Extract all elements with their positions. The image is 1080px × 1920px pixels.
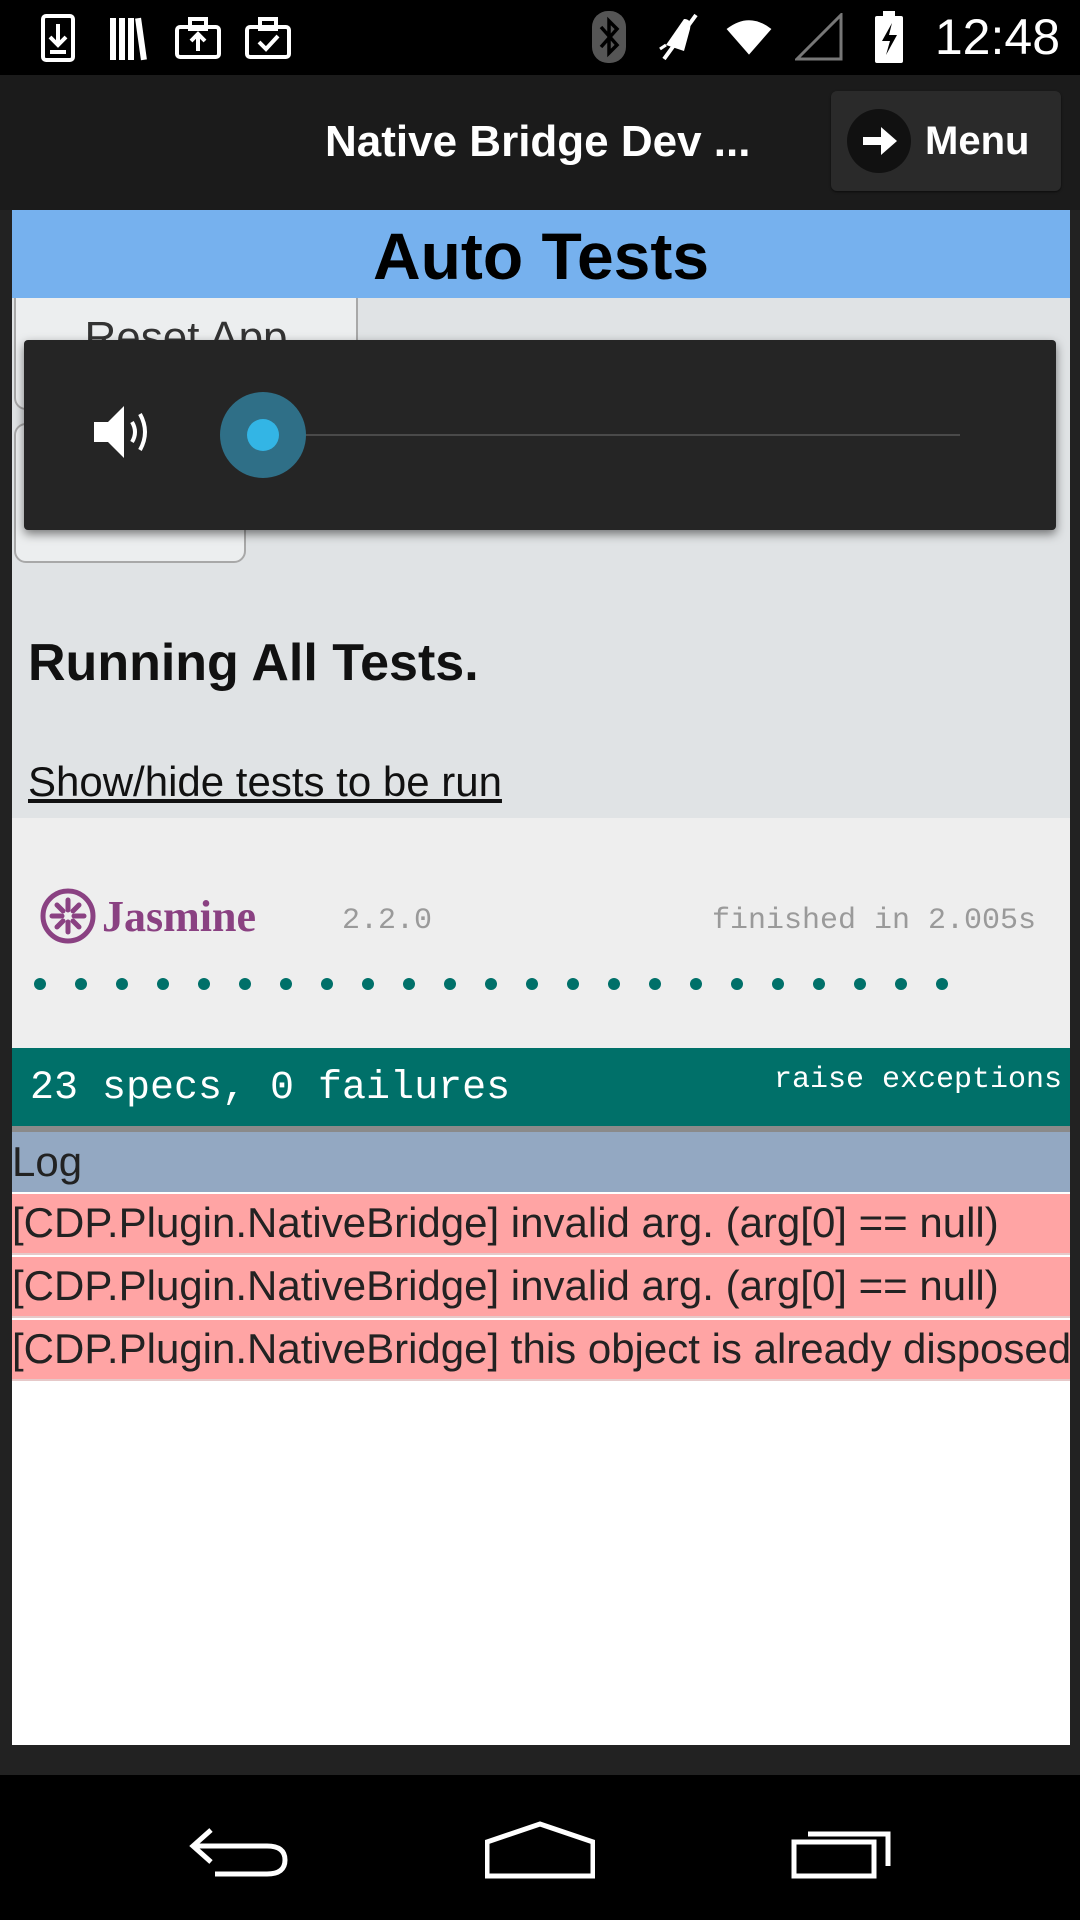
library-icon xyxy=(104,12,152,64)
spec-summary: 23 specs, 0 failures xyxy=(30,1066,511,1111)
spec-pass-dot xyxy=(75,978,87,990)
download-icon xyxy=(34,12,82,64)
briefcase-check-icon xyxy=(244,12,292,64)
spec-pass-dot xyxy=(116,978,128,990)
page-header: Auto Tests xyxy=(12,210,1070,298)
volume-slider-track[interactable] xyxy=(264,434,960,436)
recent-apps-icon[interactable] xyxy=(790,1815,900,1885)
spec-pass-dot xyxy=(526,978,538,990)
jasmine-reporter: Jasmine 2.2.0 finished in 2.005s xyxy=(12,818,1070,1048)
spec-pass-dot xyxy=(485,978,497,990)
spec-pass-dot xyxy=(813,978,825,990)
briefcase-upload-icon xyxy=(174,12,222,64)
spec-pass-dot xyxy=(157,978,169,990)
vibrate-off-icon xyxy=(655,11,703,63)
raise-exceptions-toggle[interactable]: raise exceptions xyxy=(774,1063,1062,1097)
speaker-icon[interactable] xyxy=(90,400,154,469)
volume-slider-thumb[interactable] xyxy=(220,392,306,478)
jasmine-version: 2.2.0 xyxy=(342,904,433,938)
running-status: Running All Tests. xyxy=(28,634,479,692)
signal-icon xyxy=(794,11,843,63)
spec-pass-dot xyxy=(403,978,415,990)
volume-panel xyxy=(24,340,1056,530)
wifi-icon xyxy=(725,11,773,63)
spec-pass-dot xyxy=(731,978,743,990)
spec-pass-dot xyxy=(280,978,292,990)
menu-label: Menu xyxy=(925,118,1030,163)
spec-pass-dot xyxy=(321,978,333,990)
spec-pass-dot xyxy=(690,978,702,990)
spec-pass-dot xyxy=(567,978,579,990)
volume-slider-thumb-center xyxy=(247,419,279,451)
spec-pass-dot xyxy=(608,978,620,990)
action-bar: Native Bridge Dev ... Menu xyxy=(0,75,1080,210)
menu-button[interactable]: Menu xyxy=(831,91,1061,191)
jasmine-logo: Jasmine xyxy=(40,888,256,944)
jasmine-duration: finished in 2.005s xyxy=(711,904,1036,938)
log-entry: [CDP.Plugin.NativeBridge] this object is… xyxy=(12,1320,1070,1381)
spec-pass-dot xyxy=(772,978,784,990)
spec-pass-dot xyxy=(444,978,456,990)
battery-icon xyxy=(865,11,913,63)
spec-pass-dot xyxy=(895,978,907,990)
spec-results-dots xyxy=(34,978,948,990)
jasmine-flower-icon xyxy=(40,888,96,944)
navigation-bar xyxy=(0,1775,1080,1920)
log-list: [CDP.Plugin.NativeBridge] invalid arg. (… xyxy=(12,1194,1070,1383)
log-entry: [CDP.Plugin.NativeBridge] invalid arg. (… xyxy=(12,1194,1070,1255)
log-header: Log xyxy=(12,1132,1070,1192)
bluetooth-icon xyxy=(585,11,633,63)
app-title: Native Bridge Dev ... xyxy=(325,117,751,166)
status-bar: 12:48 xyxy=(0,0,1080,75)
spec-pass-dot xyxy=(936,978,948,990)
spec-pass-dot xyxy=(198,978,210,990)
arrow-right-icon xyxy=(847,109,911,173)
spec-pass-dot xyxy=(649,978,661,990)
spec-pass-dot xyxy=(34,978,46,990)
jasmine-logo-text: Jasmine xyxy=(102,891,256,941)
show-hide-tests-link[interactable]: Show/hide tests to be run xyxy=(28,758,502,806)
home-icon[interactable] xyxy=(485,1815,595,1885)
spec-pass-dot xyxy=(854,978,866,990)
clock: 12:48 xyxy=(934,9,1060,65)
spec-summary-bar: 23 specs, 0 failures raise exceptions xyxy=(12,1048,1070,1126)
page-title: Auto Tests xyxy=(372,219,710,293)
spec-pass-dot xyxy=(239,978,251,990)
log-entry: [CDP.Plugin.NativeBridge] invalid arg. (… xyxy=(12,1257,1070,1318)
spec-pass-dot xyxy=(362,978,374,990)
back-icon[interactable] xyxy=(185,1815,295,1885)
